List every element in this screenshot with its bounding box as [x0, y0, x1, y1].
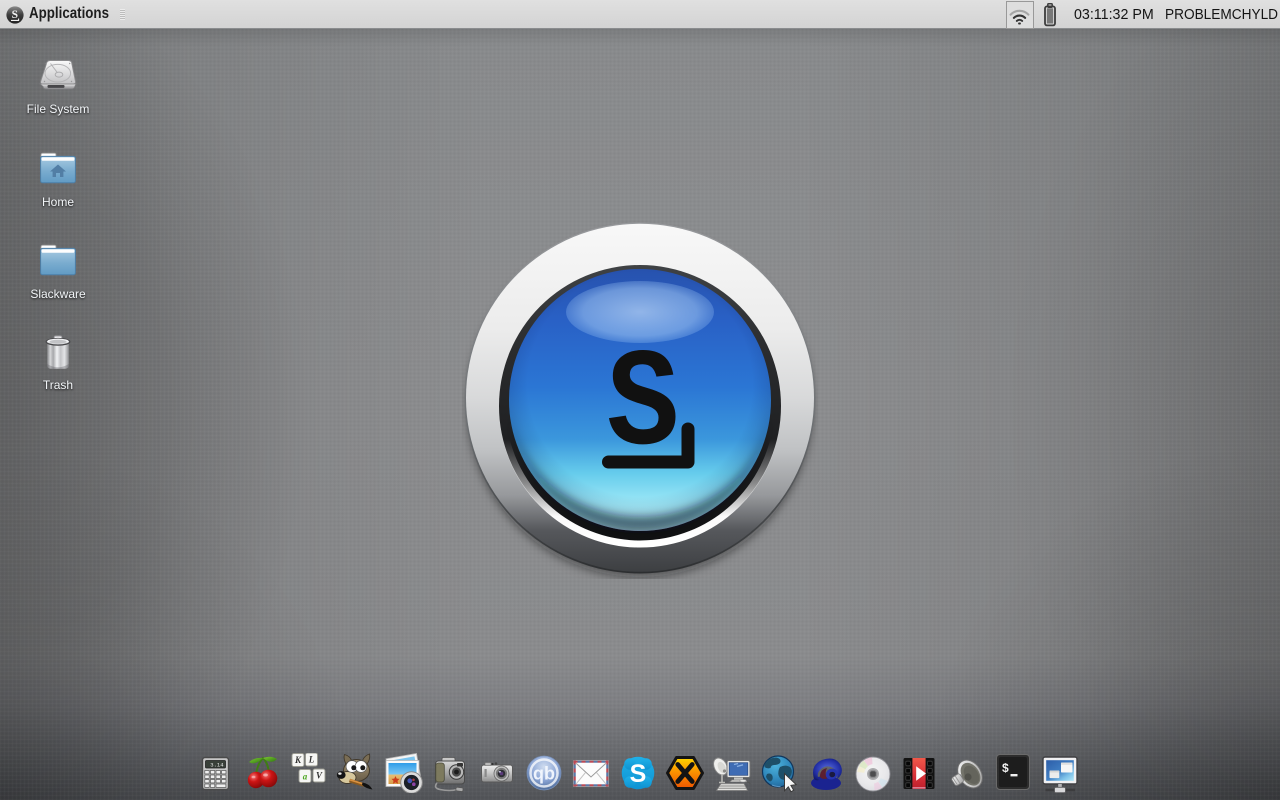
- svg-text:qb: qb: [533, 764, 555, 784]
- svg-text:S: S: [630, 760, 647, 788]
- svg-text:V: V: [316, 771, 323, 781]
- svg-text:K: K: [294, 755, 302, 765]
- svg-text:S: S: [12, 9, 18, 21]
- svg-text:a: a: [303, 772, 308, 782]
- svg-text:$: $: [1002, 761, 1009, 775]
- svg-text:L: L: [308, 755, 315, 765]
- svg-text:3.14: 3.14: [210, 762, 224, 769]
